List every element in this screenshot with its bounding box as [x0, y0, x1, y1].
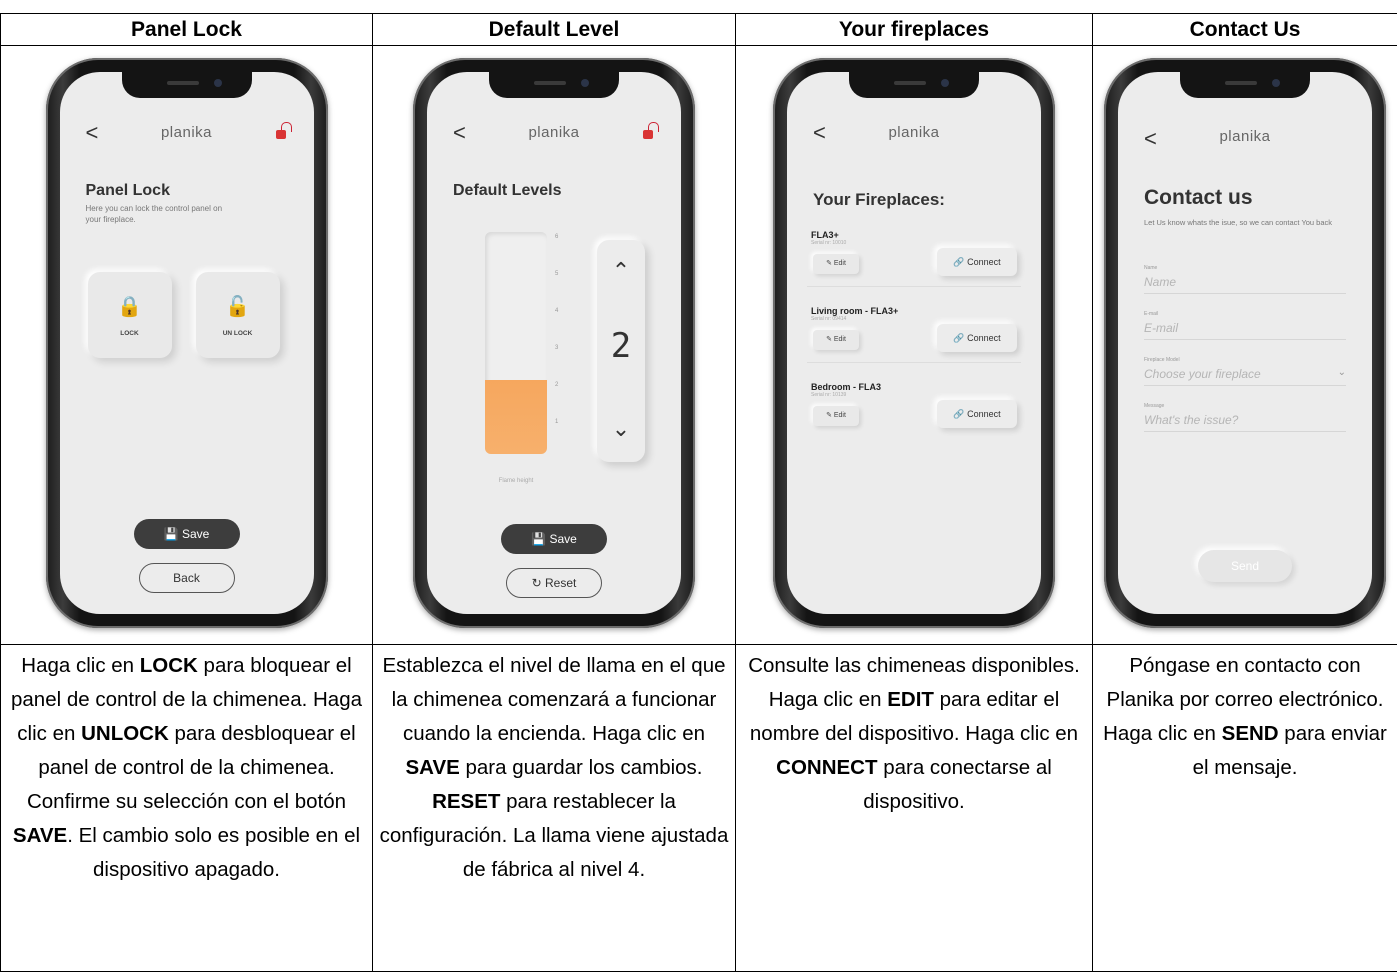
fireplace-name: Living room - FLA3+	[811, 306, 1017, 316]
reset-button[interactable]: ↻ Reset	[506, 568, 602, 598]
lock-badge-icon[interactable]	[276, 122, 292, 140]
description-level: Establezca el nivel de llama en el que l…	[373, 645, 736, 972]
description-contact: Póngase en contacto con Planika por corr…	[1093, 645, 1397, 972]
field-label: Name	[1144, 265, 1346, 271]
heading-your-fireplaces: Your fireplaces	[736, 14, 1093, 46]
fireplace-serial: Serial nr: 10139	[811, 392, 1017, 398]
chevron-down-icon[interactable]: ⌄	[597, 416, 645, 442]
cell-panel-lock-phone: < planika Panel Lock Here you can lock t…	[1, 46, 373, 645]
save-label: Save	[182, 527, 209, 541]
edit-button[interactable]: ✎ Edit	[813, 406, 859, 426]
notch	[1180, 72, 1310, 98]
phone-fireplaces: < planika Your Fireplaces: FLA3+ Serial …	[773, 58, 1055, 628]
field-placeholder: What's the issue?	[1144, 413, 1346, 427]
fireplace-model-select[interactable]: Fireplace Model Choose your fireplace ⌄	[1144, 357, 1346, 386]
lock-label: LOCK	[88, 330, 172, 337]
fireplace-item: FLA3+ Serial nr: 10010 ✎ Edit 🔗 Connect	[811, 230, 1017, 246]
page-title: Panel Lock	[86, 182, 170, 200]
level-tick: 1	[555, 419, 558, 425]
connect-button[interactable]: 🔗 Connect	[937, 400, 1017, 428]
connect-label: Connect	[967, 257, 1001, 267]
notch	[122, 72, 252, 98]
edit-button[interactable]: ✎ Edit	[813, 330, 859, 350]
page-title: Default Levels	[453, 182, 561, 200]
fireplace-name: FLA3+	[811, 230, 1017, 240]
field-placeholder: E-mail	[1144, 321, 1346, 335]
lock-card[interactable]: 🔒 LOCK	[88, 272, 172, 358]
level-tick: 2	[555, 382, 558, 388]
instruction-table: Panel Lock Default Level Your fireplaces…	[0, 13, 1397, 972]
divider	[807, 286, 1021, 287]
level-stepper: ⌃ 2 ⌄	[597, 240, 645, 462]
fireplace-serial: Serial nr: 09414	[811, 316, 1017, 322]
connect-button[interactable]: 🔗 Connect	[937, 324, 1017, 352]
fireplace-serial: Serial nr: 10010	[811, 240, 1017, 246]
fireplace-item: Bedroom - FLA3 Serial nr: 10139 ✎ Edit 🔗…	[811, 382, 1017, 398]
screen: < planika Contact us Let Us know whats t…	[1118, 72, 1372, 614]
brand-logo: planika	[1118, 128, 1372, 145]
field-label: E-mail	[1144, 311, 1346, 317]
screen: < planika Default Levels 654321 Flame he…	[427, 72, 681, 614]
edit-button[interactable]: ✎ Edit	[813, 254, 859, 274]
flame-level-fill	[485, 380, 547, 454]
connect-label: Connect	[967, 333, 1001, 343]
cell-contact-phone: < planika Contact us Let Us know whats t…	[1093, 46, 1397, 645]
heading-default-level: Default Level	[373, 14, 736, 46]
page-subtitle: Here you can lock the control panel on y…	[86, 203, 236, 225]
edit-label: Edit	[834, 412, 846, 419]
chevron-down-icon: ⌄	[1338, 367, 1346, 378]
lock-badge-icon[interactable]	[643, 122, 659, 140]
flame-level-bar[interactable]: 654321 Flame height	[485, 232, 547, 454]
phone-contact: < planika Contact us Let Us know whats t…	[1104, 58, 1386, 628]
fireplace-name: Bedroom - FLA3	[811, 382, 1017, 392]
unlock-label: UN LOCK	[196, 330, 280, 337]
flame-height-label: Flame height	[485, 478, 547, 484]
connect-button[interactable]: 🔗 Connect	[937, 248, 1017, 276]
level-tick: 5	[555, 271, 558, 277]
email-field[interactable]: E-mail E-mail	[1144, 311, 1346, 340]
description-fireplaces: Consulte las chimeneas disponibles. Haga…	[736, 645, 1093, 972]
level-tick: 6	[555, 234, 558, 240]
field-label: Message	[1144, 403, 1346, 409]
heading-panel-lock: Panel Lock	[1, 14, 373, 46]
save-label: Save	[549, 532, 576, 546]
fireplace-item: Living room - FLA3+ Serial nr: 09414 ✎ E…	[811, 306, 1017, 322]
message-field[interactable]: Message What's the issue?	[1144, 403, 1346, 432]
connect-label: Connect	[967, 409, 1001, 419]
screen: < planika Panel Lock Here you can lock t…	[60, 72, 314, 614]
edit-label: Edit	[834, 260, 846, 267]
brand-logo: planika	[787, 124, 1041, 141]
level-tick: 4	[555, 308, 558, 314]
level-display: 2	[597, 326, 645, 366]
edit-label: Edit	[834, 336, 846, 343]
screen: < planika Your Fireplaces: FLA3+ Serial …	[787, 72, 1041, 614]
description-lock: Haga clic en LOCK para bloquear el panel…	[1, 645, 373, 972]
save-button[interactable]: 💾 Save	[501, 524, 607, 554]
divider	[807, 362, 1021, 363]
chevron-up-icon[interactable]: ⌃	[597, 258, 645, 284]
notch	[489, 72, 619, 98]
padlock-closed-icon: 🔒	[88, 294, 172, 319]
unlock-card[interactable]: 🔓 UN LOCK	[196, 272, 280, 358]
send-button[interactable]: Send	[1198, 550, 1292, 582]
field-placeholder: Choose your fireplace	[1144, 367, 1346, 381]
back-button[interactable]: Back	[139, 563, 235, 593]
cell-fireplaces-phone: < planika Your Fireplaces: FLA3+ Serial …	[736, 46, 1093, 645]
field-placeholder: Name	[1144, 275, 1346, 289]
field-label: Fireplace Model	[1144, 357, 1346, 363]
page-title: Your Fireplaces:	[813, 190, 945, 210]
level-tick: 3	[555, 345, 558, 351]
phone-default-level: < planika Default Levels 654321 Flame he…	[413, 58, 695, 628]
name-field[interactable]: Name Name	[1144, 265, 1346, 294]
padlock-open-icon: 🔓	[196, 294, 280, 319]
page-title: Contact us	[1144, 186, 1253, 210]
heading-contact-us: Contact Us	[1093, 14, 1397, 46]
reset-label: Reset	[545, 576, 576, 590]
phone-panel-lock: < planika Panel Lock Here you can lock t…	[46, 58, 328, 628]
cell-default-level-phone: < planika Default Levels 654321 Flame he…	[373, 46, 736, 645]
save-button[interactable]: 💾 Save	[134, 519, 240, 549]
page-subtitle: Let Us know whats the isue, so we can co…	[1144, 217, 1354, 228]
notch	[849, 72, 979, 98]
